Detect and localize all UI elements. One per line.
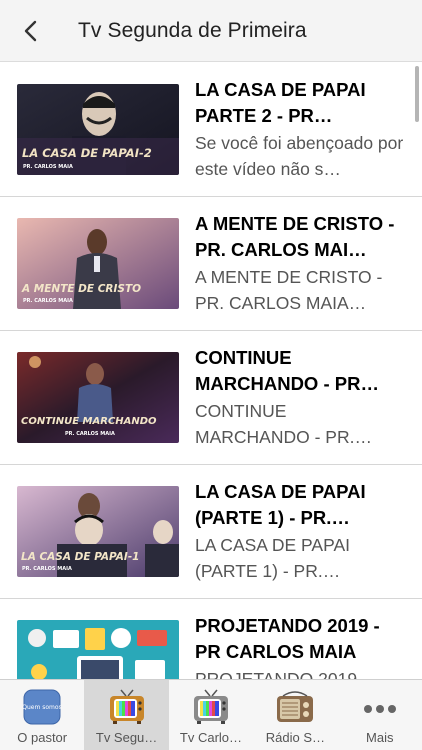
quem-somos-icon: Quem somos (22, 688, 62, 726)
video-title: CONTINUE MARCHANDO - PR… (195, 347, 379, 394)
list-item[interactable]: A MENTE DE CRISTO PR. CARLOS MAIA A MENT… (0, 197, 422, 331)
svg-text:PR. CARLOS MAIA: PR. CARLOS MAIA (23, 298, 73, 304)
video-description: PROJETANDO 2019 - (195, 669, 368, 679)
svg-text:CONTINUE MARCHANDO: CONTINUE MARCHANDO (21, 416, 157, 427)
svg-text:PR. CARLOS MAIA: PR. CARLOS MAIA (23, 164, 73, 170)
tab-tv-carlos[interactable]: Tv Carlo… (169, 680, 253, 750)
list-item[interactable]: PROJETANDO 2019 - PR CARLOS MAIA PROJETA… (0, 599, 422, 679)
video-description: CONTINUE MARCHANDO - PR.… (195, 401, 372, 447)
svg-text:PR. CARLOS MAIA: PR. CARLOS MAIA (65, 431, 115, 437)
video-list[interactable]: LA CASA DE PAPAI-2 PR. CARLOS MAIA LA CA… (0, 63, 422, 679)
tab-tv-segunda[interactable]: Tv Segu… (84, 680, 169, 750)
list-item[interactable]: LA CASA DE PAPAI-2 PR. CARLOS MAIA LA CA… (0, 63, 422, 197)
tab-label: Mais (366, 730, 394, 745)
list-item[interactable]: LA CASA DE PAPAI-1 PR. CARLOS MAIA LA CA… (0, 465, 422, 599)
video-title: PROJETANDO 2019 - PR CARLOS MAIA (195, 615, 380, 662)
tab-label: Tv Carlo… (179, 730, 243, 745)
video-thumbnail (17, 620, 179, 679)
tab-mais[interactable]: Mais (338, 680, 422, 750)
retro-tv-icon (191, 688, 231, 726)
video-thumbnail: CONTINUE MARCHANDO PR. CARLOS MAIA (17, 352, 179, 443)
page-title: Tv Segunda de Primeira (78, 18, 307, 42)
scrollbar[interactable] (415, 66, 419, 122)
video-thumbnail: LA CASA DE PAPAI-1 PR. CARLOS MAIA (17, 486, 179, 577)
video-description: A MENTE DE CRISTO - PR. CARLOS MAIA… (195, 267, 383, 313)
svg-text:Quem somos: Quem somos (22, 704, 61, 711)
list-item[interactable]: CONTINUE MARCHANDO PR. CARLOS MAIA CONTI… (0, 331, 422, 465)
svg-text:LA CASA DE PAPAI-2: LA CASA DE PAPAI-2 (22, 146, 152, 160)
back-button[interactable] (0, 0, 62, 62)
video-description: LA CASA DE PAPAI (PARTE 1) - PR.… (195, 535, 350, 581)
svg-text:LA CASA DE PAPAI-1: LA CASA DE PAPAI-1 (21, 551, 139, 563)
video-title: A MENTE DE CRISTO - PR. CARLOS MAI… (195, 213, 395, 260)
video-title: LA CASA DE PAPAI (PARTE 1) - PR.… (195, 481, 366, 528)
tab-o-pastor[interactable]: Quem somos O pastor (0, 680, 84, 750)
video-thumbnail: A MENTE DE CRISTO PR. CARLOS MAIA (17, 218, 179, 309)
tab-radio[interactable]: Rádio S… (253, 680, 337, 750)
chevron-left-icon (24, 20, 37, 41)
svg-text:PR. CARLOS MAIA: PR. CARLOS MAIA (22, 566, 72, 572)
tab-label: O pastor (17, 730, 68, 745)
navigation-bar: Tv Segunda de Primeira (0, 0, 422, 62)
retro-tv-icon (107, 688, 147, 726)
tab-label: Rádio S… (265, 730, 325, 745)
tab-bar: Quem somos O pastor Tv Segu… Tv Carlo… R… (0, 679, 422, 750)
tab-label: Tv Segu… (95, 730, 158, 745)
video-description: Se você foi abençoado por este vídeo não… (195, 133, 404, 179)
more-icon (360, 688, 400, 726)
svg-text:A MENTE DE CRISTO: A MENTE DE CRISTO (21, 283, 141, 295)
video-title: LA CASA DE PAPAI PARTE 2 - PR… (195, 79, 366, 126)
video-thumbnail: LA CASA DE PAPAI-2 PR. CARLOS MAIA (17, 84, 179, 175)
radio-icon (275, 688, 315, 726)
